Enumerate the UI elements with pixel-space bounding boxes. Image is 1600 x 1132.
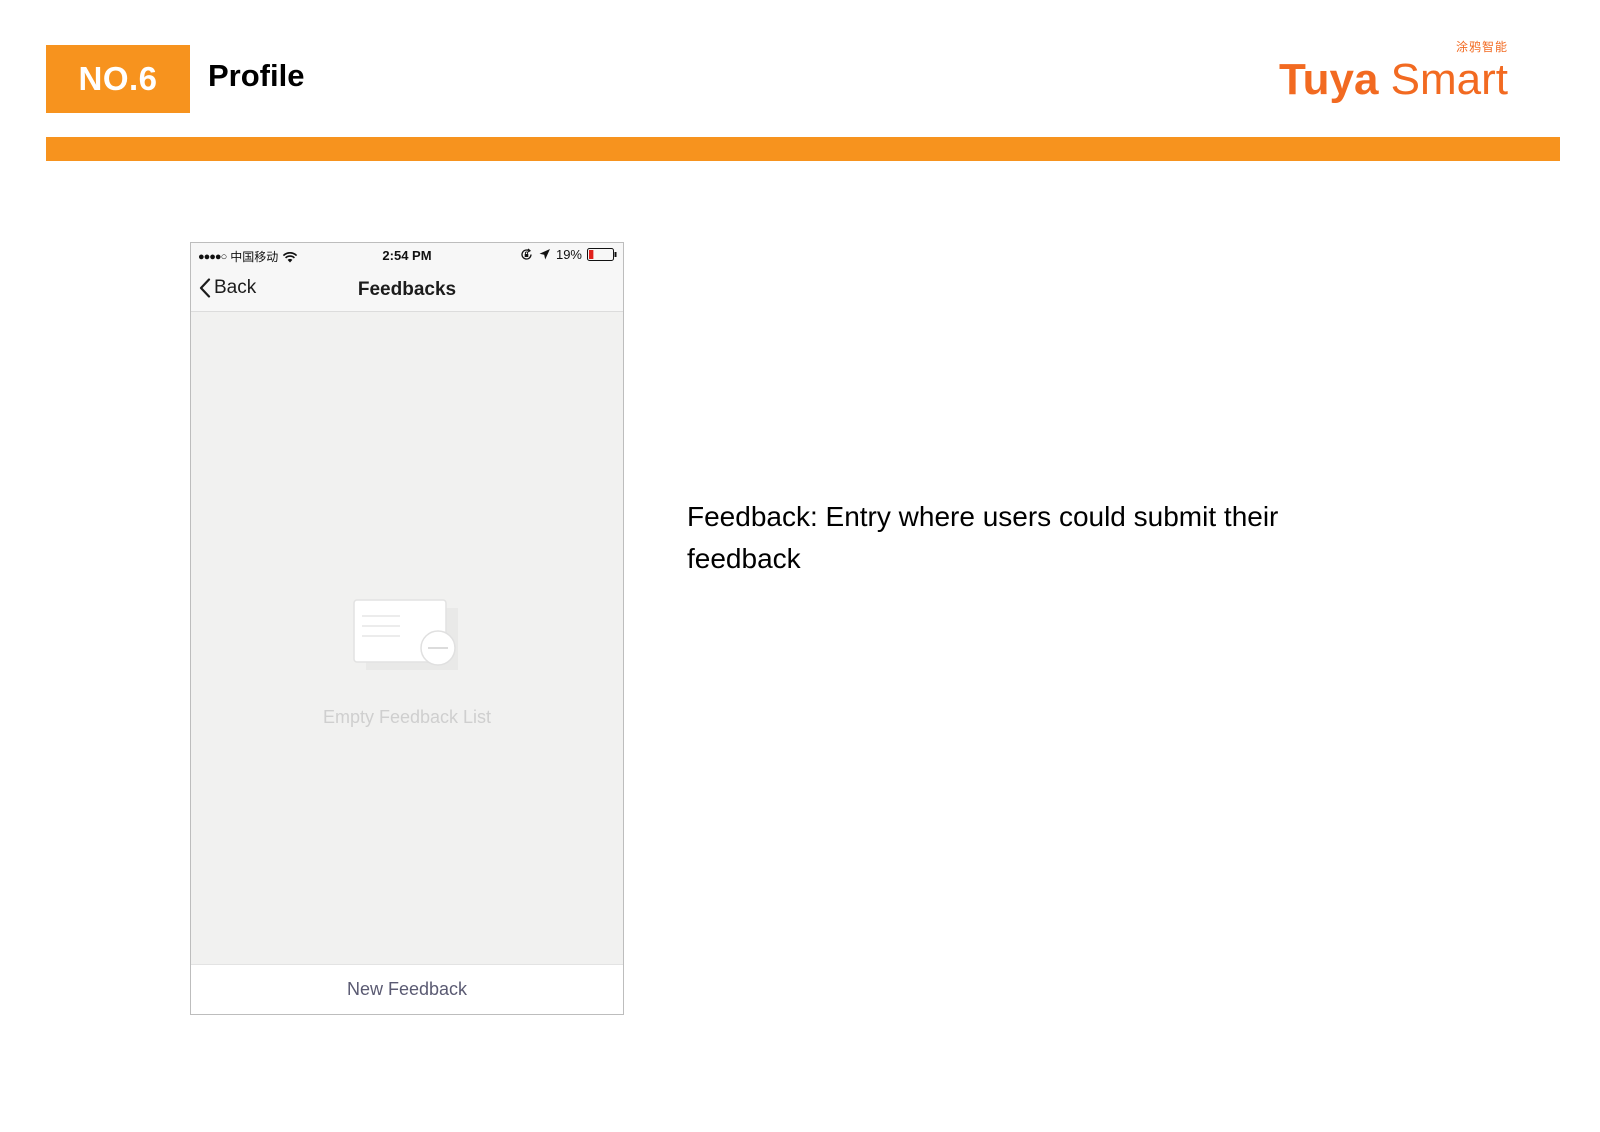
slide-title: Profile	[208, 58, 305, 93]
phone-screenshot: ●●●●○ 中国移动 2:54 PM 19% Back Feedbacks Em…	[190, 242, 624, 1015]
slide-number-text: NO.6	[78, 60, 158, 97]
bottom-action-bar: New Feedback	[191, 964, 623, 1014]
brand-logo-bold: Tuya	[1278, 55, 1379, 104]
new-feedback-button[interactable]: New Feedback	[347, 979, 467, 1000]
location-arrow-icon	[539, 249, 550, 260]
battery-percent: 19%	[555, 247, 582, 262]
brand-logo-chinese: 涂鸦智能	[1455, 40, 1508, 54]
orientation-lock-icon	[521, 248, 532, 260]
header-accent-bar	[46, 137, 1560, 161]
battery-fill	[589, 250, 594, 259]
navigation-bar: Back Feedbacks	[191, 267, 623, 312]
brand-logo: 涂鸦智能 Tuya Smart	[1279, 40, 1508, 104]
brand-logo-name: Tuya Smart	[1279, 56, 1508, 104]
nav-title: Feedbacks	[357, 279, 457, 300]
status-bar: ●●●●○ 中国移动 2:54 PM 19%	[191, 243, 623, 267]
empty-state-text: Empty Feedback List	[322, 707, 492, 727]
empty-message-icon	[353, 599, 458, 670]
feedback-list-area: Empty Feedback List	[191, 312, 623, 952]
slide-number-badge: NO.6	[46, 45, 190, 113]
status-right: 19%	[520, 247, 617, 262]
brand-logo-regular: Smart	[1378, 55, 1508, 104]
feature-description: Feedback: Entry where users could submit…	[687, 501, 1279, 574]
battery-icon	[587, 248, 617, 261]
